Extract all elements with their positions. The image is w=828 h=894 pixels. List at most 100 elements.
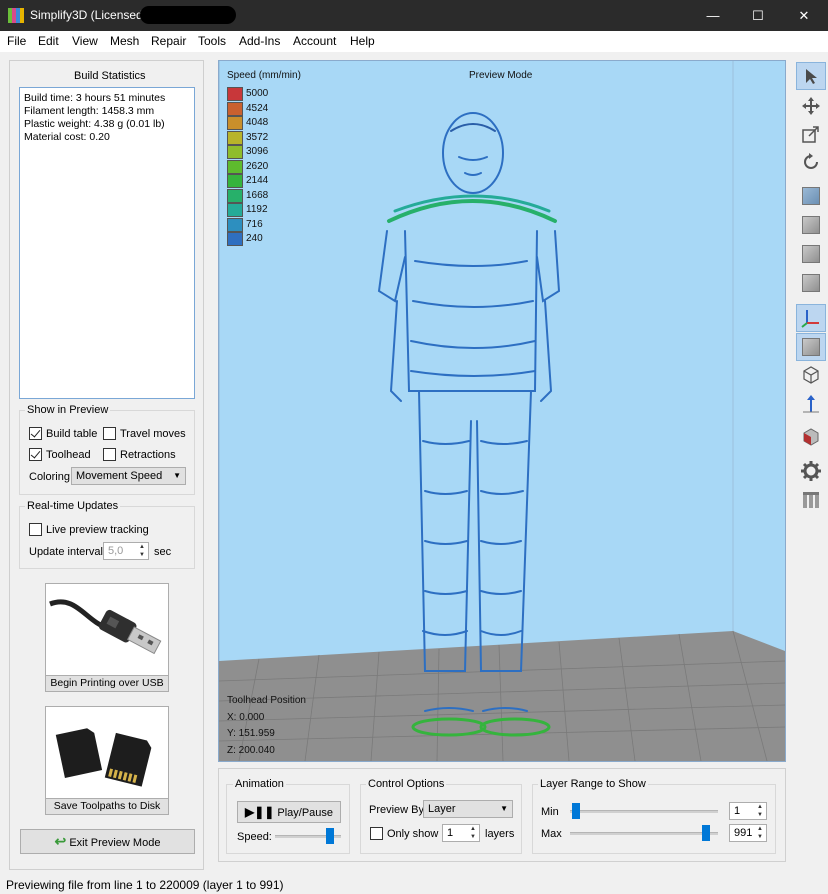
settings-gear-icon[interactable] [796,457,826,485]
redacted-license-name [140,6,236,24]
retractions-checkbox[interactable] [103,448,116,461]
preview-by-select[interactable]: Layer ▼ [423,800,513,818]
axes-icon[interactable] [796,304,826,332]
preview-by-value: Layer [428,803,456,815]
animation-speed-label: Speed: [237,831,272,843]
play-pause-label: Play/Pause [277,807,334,819]
material-cost: Material cost: 0.20 [24,131,110,143]
preview-by-label: Preview By [369,804,425,816]
view-cube-icon[interactable] [796,182,826,210]
spin-arrows-icon: ▲ ▼ [757,826,763,840]
layer-min-track[interactable] [570,810,718,813]
chevron-down-icon: ▼ [500,804,508,813]
only-show-label: Only show [387,828,439,840]
menu-edit[interactable]: Edit [38,34,59,48]
toolhead-y: Y: 151.959 [227,728,275,739]
live-preview-tracking-checkbox[interactable] [29,523,42,536]
app-logo-icon [8,8,24,23]
layer-max-spinbox[interactable]: 991 ▲ ▼ [729,824,767,842]
update-interval-spinbox[interactable]: 5,0 ▲ ▼ [103,542,149,560]
cross-section-icon[interactable] [796,423,826,451]
legend-swatch [227,130,243,145]
supports-icon[interactable] [796,486,826,514]
spin-arrows-icon: ▲ ▼ [470,826,476,840]
only-show-spinbox[interactable]: 1 ▲ ▼ [442,824,480,842]
save-toolpaths-button[interactable]: Save Toolpaths to Disk [45,706,169,815]
show-in-preview-title: Show in Preview [25,404,111,416]
legend-swatch [227,87,243,101]
solid-cube-icon[interactable] [796,333,826,361]
layer-max-track[interactable] [570,832,718,835]
live-preview-tracking-label: Live preview tracking [46,524,149,536]
layer-max-value: 991 [734,827,753,839]
spin-arrows-icon: ▲ ▼ [139,544,145,558]
rotate-icon[interactable] [796,148,826,176]
begin-printing-usb-label: Begin Printing over USB [46,675,168,691]
menu-view[interactable]: View [72,34,98,48]
view-cube-icon[interactable] [796,211,826,239]
legend-swatch [227,188,243,203]
status-bar: Previewing file from line 1 to 220009 (l… [0,874,828,894]
build-table-checkbox[interactable] [29,427,42,440]
menu-bar: File Edit View Mesh Repair Tools Add-Ins… [0,31,828,52]
menu-account[interactable]: Account [293,34,336,48]
realtime-updates-title: Real-time Updates [25,500,121,512]
spin-arrows-icon: ▲ ▼ [757,804,763,818]
only-show-checkbox[interactable] [370,827,383,840]
travel-moves-checkbox[interactable] [103,427,116,440]
legend-title: Speed (mm/min) [227,70,301,81]
only-show-value: 1 [447,827,454,839]
move-icon[interactable] [796,92,826,120]
menu-mesh[interactable]: Mesh [110,34,139,48]
title-bar: Simplify3D (Licensed t — ☐ ✕ [0,0,828,31]
build-statistics-title: Build Statistics [74,70,146,82]
legend-value: 2620 [246,160,269,172]
legend-value: 3096 [246,146,269,157]
toolhead-checkbox[interactable] [29,448,42,461]
animation-speed-handle[interactable] [326,828,334,844]
maximize-button[interactable]: ☐ [735,0,781,31]
layer-max-handle[interactable] [702,825,710,841]
layer-range-title: Layer Range to Show [538,778,648,790]
menu-add-ins[interactable]: Add-Ins [239,34,280,48]
wireframe-cube-icon[interactable] [796,361,826,389]
view-cube-icon[interactable] [796,240,826,268]
layer-min-value: 1 [734,805,741,817]
build-time: Build time: 3 hours 51 minutes [24,92,166,104]
begin-printing-usb-button[interactable]: Begin Printing over USB [45,583,169,692]
legend-value: 240 [246,233,263,244]
retractions-label: Retractions [120,449,176,461]
menu-help[interactable]: Help [350,34,375,48]
plastic-weight: Plastic weight: 4.38 g (0.01 lb) [24,118,165,130]
menu-repair[interactable]: Repair [151,34,186,48]
select-arrow-icon[interactable] [796,62,826,90]
status-text: Previewing file from line 1 to 220009 (l… [6,878,284,892]
scale-icon[interactable] [796,120,826,148]
layers-label: layers [485,828,515,840]
menu-tools[interactable]: Tools [198,34,226,48]
update-interval-unit: sec [154,546,172,558]
legend-swatch [227,174,243,188]
save-toolpaths-label: Save Toolpaths to Disk [46,798,168,814]
normal-arrow-icon[interactable] [796,390,826,418]
layer-min-handle[interactable] [572,803,580,819]
update-interval-label: Update interval [29,546,103,558]
menu-file[interactable]: File [7,34,26,48]
layer-min-label: Min [541,806,559,818]
legend-swatch [227,232,243,246]
minimize-button[interactable]: — [690,0,736,31]
preview-viewport[interactable]: Speed (mm/min) Preview Mode 5000 4524 4048… [218,60,786,762]
legend-swatch [227,145,243,159]
close-button[interactable]: ✕ [781,0,827,31]
legend-swatch [227,116,243,130]
layer-min-spinbox[interactable]: 1 ▲ ▼ [729,802,767,820]
coloring-label: Coloring [29,471,70,483]
legend-value: 4524 [246,102,269,114]
view-cube-icon[interactable] [796,269,826,297]
animation-title: Animation [233,778,286,790]
coloring-value: Movement Speed [76,470,163,482]
play-pause-button[interactable]: ▶❚❚ Play/Pause [237,801,341,823]
coloring-select[interactable]: Movement Speed ▼ [71,467,186,485]
exit-preview-button[interactable]: ↩ Exit Preview Mode [20,829,195,854]
play-pause-icon: ▶❚❚ [244,805,275,819]
